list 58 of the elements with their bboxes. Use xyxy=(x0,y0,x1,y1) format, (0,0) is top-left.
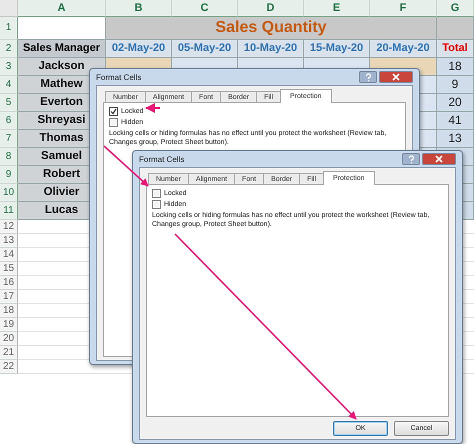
column-heading: Sales Manager xyxy=(18,40,106,58)
row-header[interactable]: 8 xyxy=(0,148,18,166)
dialog-title: Format Cells xyxy=(139,154,186,164)
row-header[interactable]: 10 xyxy=(0,184,18,202)
column-header[interactable]: F xyxy=(370,0,437,17)
sheet-cell xyxy=(437,17,474,40)
column-header[interactable]: G xyxy=(437,0,474,17)
date-heading: 20-May-20 xyxy=(370,40,437,58)
row-header[interactable]: 4 xyxy=(0,76,18,94)
close-icon xyxy=(392,73,400,81)
row-header[interactable]: 6 xyxy=(0,112,18,130)
row-header[interactable]: 11 xyxy=(0,202,18,220)
row-header[interactable]: 14 xyxy=(0,248,18,262)
row-header[interactable]: 12 xyxy=(0,220,18,234)
row-header[interactable]: 19 xyxy=(0,318,18,332)
close-button[interactable] xyxy=(422,153,456,165)
manager-name: Jackson xyxy=(18,58,106,76)
total-cell: 20 xyxy=(437,94,474,112)
close-button[interactable] xyxy=(379,71,413,83)
total-heading: Total xyxy=(437,40,474,58)
column-header[interactable]: A xyxy=(18,0,106,17)
row-header[interactable]: 9 xyxy=(0,166,18,184)
column-header[interactable]: C xyxy=(172,0,238,17)
arrow xyxy=(145,103,160,113)
row-header[interactable]: 20 xyxy=(0,332,18,346)
checkbox[interactable] xyxy=(152,200,161,209)
help-icon xyxy=(364,72,372,82)
row-header[interactable]: 1 xyxy=(0,17,18,40)
row-header[interactable]: 7 xyxy=(0,130,18,148)
row-header[interactable]: 17 xyxy=(0,290,18,304)
row-header[interactable]: 15 xyxy=(0,262,18,276)
row-header[interactable]: 21 xyxy=(0,346,18,360)
help-button[interactable] xyxy=(402,153,420,165)
sheet-title: Sales Quantity xyxy=(106,17,437,40)
checkbox[interactable] xyxy=(152,189,161,198)
total-cell: 9 xyxy=(437,76,474,94)
total-cell: 18 xyxy=(437,58,474,76)
help-icon xyxy=(406,154,416,164)
row-header[interactable]: 3 xyxy=(0,58,18,76)
close-icon xyxy=(435,155,443,163)
help-button[interactable] xyxy=(359,71,377,83)
row-header[interactable]: 18 xyxy=(0,304,18,318)
total-cell: 41 xyxy=(437,112,474,130)
date-heading: 02-May-20 xyxy=(106,40,172,58)
checkbox[interactable] xyxy=(109,107,118,116)
date-heading: 15-May-20 xyxy=(304,40,370,58)
date-heading: 10-May-20 xyxy=(238,40,304,58)
column-header[interactable]: E xyxy=(304,0,370,17)
row-header[interactable]: 5 xyxy=(0,94,18,112)
column-header[interactable]: B xyxy=(106,0,172,17)
checkbox[interactable] xyxy=(109,118,118,127)
date-heading: 05-May-20 xyxy=(172,40,238,58)
row-header[interactable]: 16 xyxy=(0,276,18,290)
total-cell: 13 xyxy=(437,130,474,148)
row-header[interactable]: 2 xyxy=(0,40,18,58)
column-header[interactable]: D xyxy=(238,0,304,17)
row-header[interactable]: 22 xyxy=(0,360,18,374)
row-header[interactable]: 13 xyxy=(0,234,18,248)
